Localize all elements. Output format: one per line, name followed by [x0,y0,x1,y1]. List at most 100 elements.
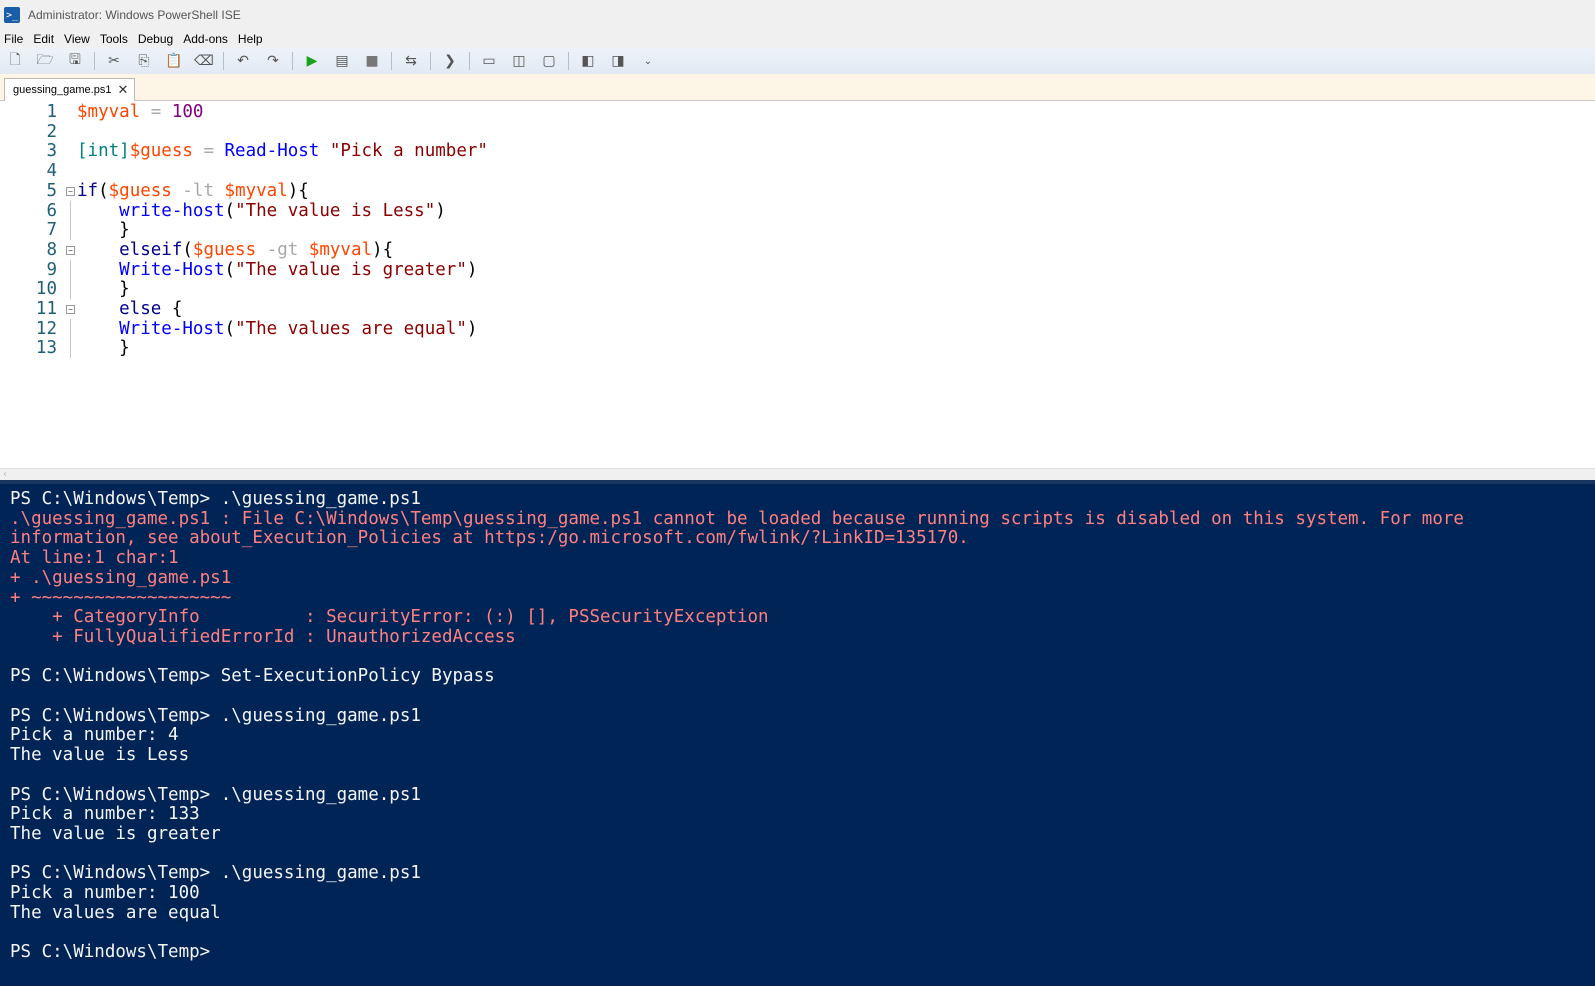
code-line[interactable]: 3 [int]$guess = Read-Host "Pick a number" [0,141,1595,161]
console-error-line: + CategoryInfo : SecurityError: (:) [], … [10,607,769,628]
token-type: [int] [77,141,130,162]
tab-guessing-game[interactable]: guessing_game.ps1 ✕ [4,78,136,101]
token-paren: ){ [287,180,309,201]
token-var: $guess [108,180,172,201]
toolbar-separator [94,52,95,70]
token-var: $myval [308,239,373,260]
collapse-region-icon[interactable]: − [66,245,75,255]
code-text: } [77,338,130,358]
code-line[interactable]: 9 Write-Host("The value is greater") [0,259,1595,280]
code-line[interactable]: 6 write-host("The value is Less") [0,200,1595,221]
code-line[interactable]: 12 Write-Host("The values are equal") [0,318,1595,339]
console-line: The values are equal [10,902,221,923]
line-number: 8 [46,239,57,260]
token-paren: ( [224,200,236,221]
cut-icon[interactable]: ✂ [103,50,125,72]
code-line[interactable]: 5− if($guess -lt $myval){ [0,181,1595,201]
scroll-left-icon[interactable]: ‹ [3,469,7,480]
menu-addons[interactable]: Add-ons [179,32,234,46]
code-line[interactable]: 13 } [0,338,1595,358]
script-tab-strip: guessing_game.ps1 ✕ [0,74,1595,101]
menu-help[interactable]: Help [234,32,269,46]
token-op: = [192,141,225,162]
code-text: [int]$guess = Read-Host "Pick a number" [77,141,488,161]
show-script-right-icon[interactable]: ◫ [508,50,530,72]
menu-edit[interactable]: Edit [29,32,60,46]
code-line[interactable]: 1 $myval = 100 [0,102,1595,122]
code-text: } [77,220,130,240]
show-script-max-icon[interactable]: ▢ [538,50,560,72]
console-line: PS C:\Windows\Temp> .\guessing_game.ps1 [10,784,421,805]
close-icon[interactable]: ✕ [117,83,128,98]
show-command-window-icon[interactable]: ◧ [577,50,599,72]
clear-console-icon[interactable]: ⌫ [193,50,215,72]
code-text: elseif($guess -gt $myval){ [77,240,393,260]
collapse-region-icon[interactable]: − [66,305,75,314]
menu-tools[interactable]: Tools [96,32,134,46]
console-line: Pick a number: 133 [10,804,200,825]
toolbar-overflow-icon[interactable]: ⌄ [637,50,659,72]
code-line[interactable]: 4 [0,161,1595,181]
line-number: 11 [35,299,57,319]
show-script-top-icon[interactable]: ▭ [478,50,500,72]
line-number: 1 [46,102,57,122]
save-script-icon[interactable]: 🖫 [64,50,86,72]
toolbar-separator [469,52,470,70]
token-cmd: Read-Host [224,141,320,162]
console-error-line: .\guessing_game.ps1 : File C:\Windows\Te… [10,508,1464,529]
token-var: $guess [192,239,257,260]
code-text: write-host("The value is Less") [77,201,446,221]
paste-icon[interactable]: 📋 [163,50,185,72]
console-pane[interactable]: PS C:\Windows\Temp> .\guessing_game.ps1.… [0,480,1595,986]
code-line[interactable]: 8− elseif($guess -gt $myval){ [0,240,1595,260]
fold-guide [70,220,71,240]
token-paren: } [77,220,130,241]
line-number: 12 [35,318,57,339]
code-line[interactable]: 7 } [0,220,1595,240]
toolbar: 🗋 🗁 🖫 ✂ ⎘ 📋 ⌫ ↶ ↷ ▶ ▤ ■ ⇆ ❯ ▭ ◫ ▢ ◧ ◨ ⌄ [0,48,1595,74]
code-line[interactable]: 11− else { [0,299,1595,319]
stop-icon[interactable]: ■ [361,50,383,72]
token-var: $myval [77,102,141,122]
token-paren: ( [182,239,193,260]
toolbar-separator [568,52,569,70]
new-remote-tab-icon[interactable]: ⇆ [400,50,422,72]
collapse-region-icon[interactable]: − [66,186,75,196]
open-script-icon[interactable]: 🗁 [34,50,56,72]
line-number: 2 [46,121,57,142]
run-selection-icon[interactable]: ▤ [331,50,353,72]
token-paren: ( [224,259,236,280]
menu-debug[interactable]: Debug [134,32,179,46]
copy-icon[interactable]: ⎘ [133,50,155,72]
token-op: = [140,102,172,122]
token-str: "The values are equal" [235,318,467,339]
token-cmd: Write-Host [77,318,225,339]
new-script-icon[interactable]: 🗋 [4,50,26,72]
token-cmd: write-host [77,200,225,221]
start-powershell-icon[interactable]: ❯ [439,50,461,72]
toolbar-separator [223,52,224,70]
fold-guide [70,318,71,339]
show-command-addon-icon[interactable]: ◨ [607,50,629,72]
console-line: Pick a number: 100 [10,883,200,903]
menu-view[interactable]: View [60,32,96,46]
code-text: $myval = 100 [77,102,203,122]
token-str: "Pick a number" [329,141,488,162]
code-line[interactable]: 2 [0,122,1595,142]
token-str: "The value is greater" [235,259,467,280]
fold-guide [70,200,71,221]
token-paren: ) [435,200,446,221]
token-var: $myval [224,180,288,201]
token-paren: ) [466,318,478,339]
token-kw: elseif [77,239,183,260]
menu-file[interactable]: File [0,32,29,46]
code-line[interactable]: 10 } [0,279,1595,299]
line-number: 6 [46,200,57,221]
script-editor[interactable]: 1 $myval = 100 2 3 [int]$guess = Read-Host "… [0,101,1595,468]
toolbar-separator [430,52,431,70]
redo-icon[interactable]: ↷ [262,50,284,72]
menu-bar: File Edit View Tools Debug Add-ons Help [0,30,1595,48]
token-paren: ) [466,259,478,280]
run-script-icon[interactable]: ▶ [301,50,323,72]
undo-icon[interactable]: ↶ [232,50,254,72]
